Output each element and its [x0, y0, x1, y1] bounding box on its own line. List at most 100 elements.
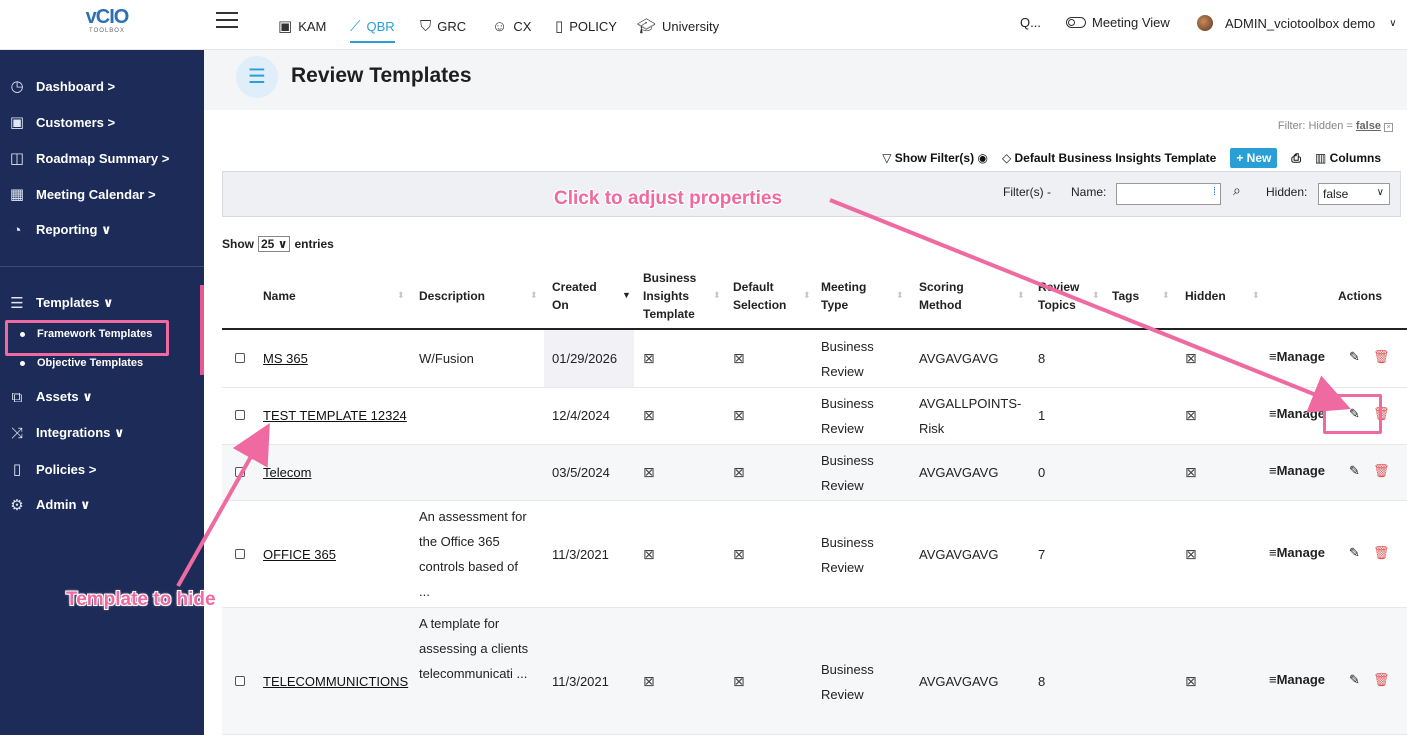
search-icon[interactable]: ⌕: [1233, 182, 1241, 199]
sidebar-item-roadmap-summary[interactable]: ◫ Roadmap Summary >: [6, 147, 169, 169]
checkbox-x-icon: ⊠: [733, 464, 745, 480]
manage-button[interactable]: ≡Manage: [1269, 540, 1325, 565]
nav-qbr[interactable]: ⟋ QBR: [350, 15, 395, 43]
user-menu[interactable]: ADMIN_vciotoolbox demo ∨: [1197, 15, 1397, 31]
nav-kam[interactable]: ▣ KAM: [278, 15, 326, 37]
annotation-highlight-edit: [1323, 394, 1382, 434]
col-hidden[interactable]: Hidden: [1185, 287, 1226, 305]
pencil-icon[interactable]: ✎: [1349, 344, 1360, 369]
entries-select[interactable]: 25 ∨: [258, 236, 291, 252]
col-meeting-type[interactable]: Meeting Type: [821, 278, 881, 314]
nav-policy[interactable]: ▯ POLICY: [555, 15, 617, 37]
pencil-icon[interactable]: ✎: [1349, 667, 1360, 692]
sidebar-item-integrations[interactable]: ⤨ Integrations ∨: [6, 422, 125, 444]
print-icon[interactable]: ⎙: [1291, 151, 1301, 166]
hidden-filter-select[interactable]: false ∨: [1318, 183, 1390, 205]
id-card-icon: ▣: [278, 18, 293, 35]
nav-cx[interactable]: ☺ CX: [492, 15, 531, 37]
app-logo[interactable]: vCIO TOOLBOX: [72, 6, 142, 44]
nav-grc[interactable]: ⛉ GRC: [420, 15, 466, 37]
templates-icon: ☰: [10, 295, 24, 312]
template-name-link[interactable]: TELECOMMUNICTIONS: [263, 674, 408, 689]
filter-hint: Filter: Hidden = false ×: [1278, 120, 1393, 132]
hamburger-menu-icon[interactable]: [216, 12, 238, 30]
row-checkbox[interactable]: [235, 467, 245, 477]
sort-icon: ⬍: [1252, 290, 1260, 300]
template-name-link[interactable]: Telecom: [263, 465, 311, 480]
table-row: OFFICE 365 An assessment for the Office …: [222, 501, 1407, 608]
table-row: MS 365 W/Fusion 01/29/2026 ⊠ ⊠ Business …: [222, 331, 1407, 388]
manage-button[interactable]: ≡Manage: [1269, 344, 1325, 369]
sidebar-sub-objective-templates[interactable]: Objective Templates: [20, 357, 143, 369]
trash-icon[interactable]: 🗑︎: [1373, 344, 1390, 369]
chart-line-icon: ⟋: [350, 17, 361, 35]
smiley-icon: ☺: [492, 17, 508, 35]
search-button[interactable]: Q...: [1020, 15, 1041, 30]
sort-desc-icon: ▼: [622, 290, 631, 300]
manage-button[interactable]: ≡Manage: [1269, 458, 1325, 483]
col-created-on[interactable]: Created On: [552, 278, 612, 314]
manage-button[interactable]: ≡Manage: [1269, 667, 1325, 692]
checkbox-x-icon: ⊠: [733, 673, 745, 689]
pie-chart-icon: ◔: [12, 221, 22, 239]
sidebar-item-customers[interactable]: ▣ Customers >: [6, 111, 115, 133]
filter-bar: Filter(s) - Name: ⁞ ⌕ Hidden: false ∨: [222, 171, 1401, 217]
shield-icon: ⛉: [420, 17, 432, 35]
main-content: ☰ Review Templates Filter: Hidden = fals…: [204, 50, 1407, 735]
table-row: TEST TEMPLATE 12324 12/4/2024 ⊠ ⊠ Busine…: [222, 388, 1407, 445]
filter-hint-value[interactable]: false: [1356, 120, 1381, 132]
col-description[interactable]: Description: [419, 287, 485, 305]
trash-icon[interactable]: 🗑︎: [1373, 458, 1390, 483]
checklist-icon: ☰: [236, 56, 278, 98]
sort-icon: ⬍: [1017, 290, 1025, 300]
clear-filter-icon[interactable]: ×: [1384, 123, 1393, 132]
meeting-view-button[interactable]: Meeting View: [1066, 15, 1170, 30]
policies-icon: ▯: [12, 461, 22, 478]
checkbox-x-icon: ⊠: [643, 673, 655, 689]
checkbox-x-icon: ⊠: [733, 546, 745, 562]
sidebar: ◷ Dashboard > ▣ Customers > ◫ Roadmap Su…: [0, 50, 204, 735]
template-name-link[interactable]: MS 365: [263, 351, 308, 366]
pencil-icon[interactable]: ✎: [1349, 458, 1360, 483]
show-filters-button[interactable]: ▽ Show Filter(s) ◉: [882, 151, 988, 165]
pencil-icon[interactable]: ✎: [1349, 540, 1360, 565]
sidebar-item-reporting[interactable]: ◔ Reporting ∨: [6, 219, 111, 241]
nav-university[interactable]: 🎓︎ University: [637, 15, 719, 37]
col-scoring-method[interactable]: Scoring Method: [919, 278, 979, 314]
new-button[interactable]: + New: [1230, 148, 1278, 168]
sidebar-item-meeting-calendar[interactable]: ▦ Meeting Calendar >: [6, 183, 156, 205]
manage-button[interactable]: ≡Manage: [1269, 401, 1325, 426]
toggle-icon: [1066, 17, 1086, 28]
row-checkbox[interactable]: [235, 353, 245, 363]
name-filter-input[interactable]: ⁞: [1116, 183, 1221, 205]
columns-button[interactable]: ▥ Columns: [1315, 151, 1381, 165]
sort-icon: ⬍: [1092, 290, 1100, 300]
trash-icon[interactable]: 🗑︎: [1373, 540, 1390, 565]
annotation-highlight-framework: [5, 320, 169, 356]
row-checkbox[interactable]: [235, 549, 245, 559]
row-checkbox[interactable]: [235, 410, 245, 420]
default-bi-template-button[interactable]: ◇ Default Business Insights Template: [1002, 151, 1216, 165]
checkbox-x-icon: ⊠: [643, 350, 655, 366]
annotation-template-hide: Template to hide: [66, 589, 216, 610]
col-default-selection[interactable]: Default Selection: [733, 278, 803, 314]
sidebar-item-policies[interactable]: ▯ Policies >: [6, 458, 96, 480]
sort-icon: ⬍: [397, 290, 405, 300]
row-checkbox[interactable]: [235, 676, 245, 686]
sidebar-item-dashboard[interactable]: ◷ Dashboard >: [6, 75, 115, 97]
sidebar-item-admin[interactable]: ⚙ Admin ∨: [6, 494, 90, 516]
sort-icon: ⬍: [530, 290, 538, 300]
sidebar-item-templates[interactable]: ☰ Templates ∨: [6, 292, 113, 314]
template-name-link[interactable]: OFFICE 365: [263, 547, 336, 562]
col-business-insights[interactable]: Business Insights Template: [643, 269, 723, 323]
template-name-link[interactable]: TEST TEMPLATE 12324: [263, 408, 407, 423]
graduation-cap-icon: 🎓︎: [637, 18, 657, 35]
col-tags[interactable]: Tags: [1112, 287, 1139, 305]
sidebar-item-assets[interactable]: ⧉ Assets ∨: [6, 386, 93, 408]
document-icon: ▯: [555, 18, 564, 35]
col-name[interactable]: Name: [263, 287, 296, 305]
shuffle-icon: ⤨: [10, 424, 23, 442]
col-review-topics[interactable]: Review Topics: [1038, 278, 1098, 314]
trash-icon[interactable]: 🗑︎: [1373, 667, 1390, 692]
avatar: [1197, 15, 1213, 31]
